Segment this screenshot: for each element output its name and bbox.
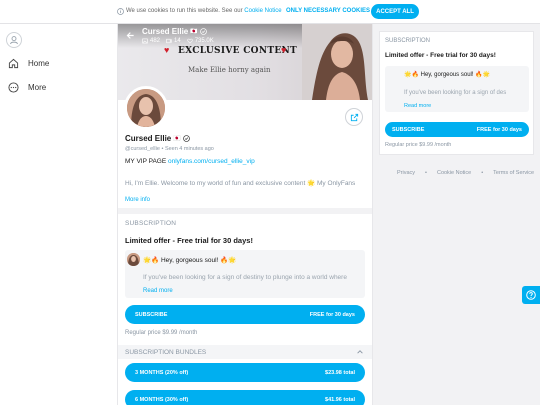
message-text: If you've been looking for a sign of des… [143, 274, 347, 281]
profile-main: Cursed Ellie 🇯🇵 482 14 735.0K ♥ EXCLUSIV… [117, 24, 373, 405]
sidebar-subscription-title: SUBSCRIPTION [385, 38, 431, 44]
cover-stats: 482 14 735.0K [142, 38, 214, 44]
cover-photo [302, 24, 372, 100]
flag-icon: 🇯🇵 [190, 29, 198, 35]
nav-item-home[interactable]: Home [8, 58, 49, 69]
image-icon [142, 38, 148, 44]
stat-videos: 14 [166, 38, 181, 44]
offer-title: Limited offer - Free trial for 30 days! [125, 236, 253, 245]
profile-handle: @cursed_ellie • Seen 4 minutes ago [125, 146, 214, 152]
more-info-link[interactable]: More info [125, 197, 150, 203]
sidebar-subscription-card: SUBSCRIPTION Limited offer - Free trial … [379, 31, 534, 155]
profile-name: Cursed Ellie 🇯🇵 [125, 134, 190, 143]
user-avatar[interactable] [6, 32, 22, 48]
verified-icon [182, 135, 190, 142]
share-icon [350, 113, 359, 122]
vip-page-link[interactable]: onlyfans.com/cursed_ellie_vip [168, 158, 255, 165]
profile-vip-line: MY VIP PAGE onlyfans.com/cursed_ellie_vi… [125, 158, 255, 165]
back-arrow-icon[interactable] [126, 31, 135, 40]
stat-likes: 735.0K [186, 38, 214, 44]
profile-avatar[interactable] [124, 86, 168, 130]
message-greeting: 🌟🔥 Hey, gorgeous soul! 🔥🌟 [404, 72, 491, 78]
divider [118, 208, 372, 214]
read-more-link[interactable]: Read more [404, 103, 431, 109]
privacy-link[interactable]: Privacy [397, 170, 415, 176]
sidebar-creator-message: 🌟🔥 Hey, gorgeous soul! 🔥🌟 If you've been… [385, 66, 529, 112]
help-icon [526, 290, 536, 300]
regular-price: Regular price $9.99 /month [125, 330, 198, 336]
message-text: If you've been looking for a sign of des [404, 90, 507, 96]
nav-item-label: Home [28, 59, 50, 68]
stat-photos: 482 [142, 38, 160, 44]
cover-tagline: Make Ellie horny again [188, 66, 271, 74]
heart-decoration-icon: ♥ [281, 45, 287, 55]
cookie-notice-link[interactable]: Cookie Notice [244, 8, 281, 14]
cookie-banner: We use cookies to run this website. See … [0, 0, 540, 24]
creator-message: 🌟🔥 Hey, gorgeous soul! 🔥🌟 If you've been… [125, 250, 365, 298]
message-avatar [127, 253, 140, 266]
heart-icon [186, 38, 193, 44]
cookie-text: We use cookies to run this website. See … [126, 8, 282, 14]
share-button[interactable] [345, 108, 363, 126]
message-greeting: 🌟🔥 Hey, gorgeous soul! 🔥🌟 [143, 257, 237, 264]
accept-all-cookies-button[interactable]: ACCEPT ALL [371, 4, 419, 19]
read-more-link[interactable]: Read more [143, 288, 173, 294]
sidebar-regular-price: Regular price $9.99 /month [385, 142, 452, 148]
sidebar-subscribe-button[interactable]: SUBSCRIBE FREE for 30 days [385, 122, 529, 137]
cookie-notice-link[interactable]: Cookie Notice [437, 170, 471, 176]
chevron-up-icon[interactable] [356, 348, 364, 356]
bundle-3-months-button[interactable]: 3 MONTHS (20% off) $23.98 total [125, 363, 365, 382]
terms-link[interactable]: Terms of Service [493, 170, 534, 176]
profile-bio: Hi, I'm Ellie. Welcome to my world of fu… [125, 180, 356, 187]
verified-icon [199, 28, 207, 35]
subscription-title: SUBSCRIPTION [125, 220, 177, 227]
only-necessary-cookies-button[interactable]: ONLY NECESSARY COOKIES [286, 8, 370, 14]
last-seen: Seen 4 minutes ago [164, 146, 214, 152]
heart-decoration-icon: ♥ [164, 45, 170, 55]
help-button[interactable] [522, 286, 540, 304]
video-icon [166, 38, 172, 44]
flag-icon: 🇯🇵 [173, 136, 181, 142]
nav-item-more[interactable]: More [8, 82, 46, 93]
footer-links: Privacy • Cookie Notice • Terms of Servi… [397, 170, 535, 176]
more-icon [8, 82, 19, 93]
left-nav: Home More [0, 24, 117, 405]
nav-item-label: More [28, 83, 47, 92]
bundle-6-months-button[interactable]: 6 MONTHS (30% off) $41.96 total [125, 390, 365, 405]
info-icon [117, 8, 124, 15]
sidebar-offer-title: Limited offer - Free trial for 30 days! [385, 52, 496, 59]
cover-name: Cursed Ellie 🇯🇵 [142, 27, 207, 36]
subscribe-button[interactable]: SUBSCRIBE FREE for 30 days [125, 305, 365, 324]
cover-headline: EXCLUSIVE CONTENT [178, 46, 298, 56]
user-icon [9, 35, 19, 45]
home-icon [8, 58, 19, 69]
subscription-bundles-header[interactable]: SUBSCRIPTION BUNDLES [118, 345, 372, 359]
